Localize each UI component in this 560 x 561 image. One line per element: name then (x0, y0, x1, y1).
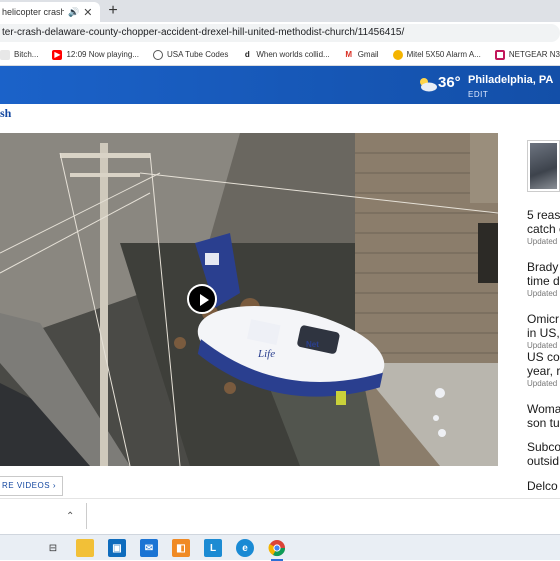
browser-tab-strip: helicopter crash: 🔊 ✕ + (0, 0, 560, 22)
sidebar-story[interactable]: US co year, r Updated (527, 350, 560, 390)
story-title-line: catch c (527, 222, 560, 236)
sidebar-story[interactable]: Delco (527, 479, 560, 493)
mail-icon[interactable]: ✉ (140, 539, 158, 557)
story-title-line: US co (527, 350, 560, 364)
app-orange-icon[interactable]: ◧ (172, 539, 190, 557)
bookmark-item[interactable]: Mitel 5X50 Alarm A... (392, 49, 481, 60)
chrome-logo (268, 540, 286, 557)
weather-edit-link[interactable]: EDIT (468, 90, 488, 99)
thumbnail-image (530, 143, 557, 189)
new-tab-button[interactable]: + (104, 2, 122, 20)
bookmark-label: Gmail (357, 50, 379, 59)
d-icon: d (244, 49, 250, 59)
sidebar-story[interactable]: Subco outsid (527, 440, 560, 468)
video-frame: Life Net (0, 133, 498, 466)
bookmarks-bar: Bitch... ▶ 12:09 Now playing... USA Tube… (0, 44, 560, 66)
chevron-up-icon[interactable]: ⌃ (66, 511, 74, 522)
story-title-line: Woma (527, 402, 560, 416)
chrome-icon[interactable] (268, 539, 286, 561)
story-title-line: son tu (527, 416, 560, 430)
story-title-line: year, r (527, 364, 560, 378)
video-player[interactable]: Life Net (0, 133, 498, 466)
bookmark-label: Mitel 5X50 Alarm A... (406, 50, 481, 59)
story-updated: Updated (527, 237, 558, 246)
story-title-line: 5 reas (527, 208, 560, 222)
more-videos-button[interactable]: RE VIDEOS › (0, 476, 63, 496)
divider (86, 503, 87, 529)
site-header: 36° Philadelphia, PA EDIT (0, 66, 560, 104)
svg-text:Life: Life (257, 348, 275, 360)
file-explorer-icon[interactable] (76, 539, 94, 557)
sidebar-story[interactable]: Woma son tu (527, 402, 560, 430)
story-title-line: time d (527, 274, 560, 288)
bookmark-label: NETGEAR N300 WiF... (508, 50, 560, 59)
task-view-icon[interactable]: ⊟ (44, 539, 62, 557)
partly-cloudy-icon (420, 78, 437, 92)
download-bar: ⌃ (0, 498, 560, 534)
store-icon[interactable]: ▣ (108, 539, 126, 557)
more-videos-label: RE VIDEOS (2, 481, 51, 490)
story-title-line: Omicr (527, 312, 559, 326)
bookmark-icon (0, 49, 10, 60)
address-row: ter-crash-delaware-county-chopper-accide… (0, 22, 560, 44)
windows-taskbar: ⊟ ▣ ✉ ◧ L e (0, 534, 560, 561)
tab-title: helicopter crash: (2, 7, 64, 17)
story-title-line: Brady (527, 260, 559, 274)
tab-audio-icon[interactable]: 🔊 (68, 7, 79, 18)
story-title-line: outsid (527, 454, 560, 468)
chevron-right-icon: › (52, 481, 56, 490)
story-updated: Updated (527, 289, 558, 298)
sidebar-story[interactable]: 5 reas catch c Updated (527, 208, 560, 248)
netgear-icon (494, 49, 505, 60)
bookmark-item[interactable]: ▶ 12:09 Now playing... (52, 49, 139, 60)
bookmark-item[interactable]: USA Tube Codes (152, 49, 229, 60)
bookmark-item[interactable]: Bitch... (0, 49, 39, 60)
article-headline: sh (0, 106, 12, 120)
play-icon (200, 294, 209, 306)
address-bar[interactable]: ter-crash-delaware-county-chopper-accide… (0, 24, 560, 42)
gmail-icon: M (345, 49, 353, 59)
story-title-line: Delco (527, 479, 558, 493)
bookmark-item[interactable]: M Gmail (344, 49, 379, 60)
weather-widget[interactable]: 36° Philadelphia, PA EDIT (416, 72, 556, 100)
play-button[interactable] (187, 284, 217, 314)
story-thumbnail[interactable] (527, 140, 560, 192)
bulb-icon (392, 49, 403, 60)
youtube-icon: ▶ (52, 49, 63, 60)
weather-temperature: 36° (438, 74, 461, 91)
tab-close-icon[interactable]: ✕ (83, 6, 92, 19)
svg-text:Net: Net (306, 340, 319, 349)
story-updated: Updated (527, 379, 558, 388)
bookmark-label: When worlds collid... (256, 50, 330, 59)
bookmark-item[interactable]: d When worlds collid... (242, 49, 330, 60)
sidebar-story[interactable]: Brady time d Updated (527, 260, 560, 300)
story-title-line: Subco (527, 440, 560, 454)
globe-icon (152, 49, 163, 60)
bookmark-item[interactable]: NETGEAR N300 WiF... (494, 49, 560, 60)
bookmark-label: 12:09 Now playing... (66, 50, 139, 59)
weather-city: Philadelphia, PA (468, 74, 554, 86)
bookmark-label: Bitch... (14, 50, 39, 59)
bookmark-label: USA Tube Codes (166, 50, 229, 59)
l-app-icon[interactable]: L (204, 539, 222, 557)
edge-icon[interactable]: e (236, 539, 254, 557)
browser-tab-active[interactable]: helicopter crash: 🔊 ✕ (0, 2, 100, 22)
sidebar-story[interactable]: Omicr in US, Updated (527, 312, 560, 352)
story-title-line: in US, (527, 326, 560, 340)
